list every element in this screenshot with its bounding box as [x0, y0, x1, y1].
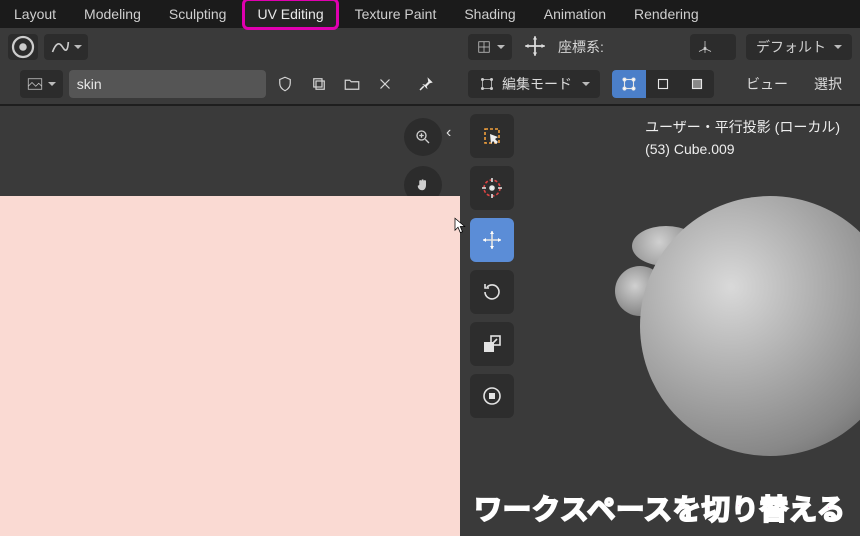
tab-shading[interactable]: Shading — [450, 0, 529, 28]
duplicate-icon[interactable] — [305, 70, 332, 98]
tab-animation[interactable]: Animation — [530, 0, 620, 28]
vertex-select-mode[interactable] — [612, 70, 646, 98]
3d-viewport-editor: 座標系: デフォルト 編集モード ビュー 選択 ユーザー・平行投影 (ロ — [460, 30, 860, 536]
tool-select-box[interactable] — [470, 114, 514, 158]
mode-label: 編集モード — [502, 74, 572, 94]
edge-select-mode[interactable] — [646, 70, 680, 98]
viewport-overlay-text: ユーザー・平行投影 (ローカル) (53) Cube.009 — [645, 116, 840, 160]
mouse-cursor-icon — [452, 214, 470, 241]
open-folder-icon[interactable] — [338, 70, 365, 98]
transform-orientation-dropdown[interactable]: デフォルト — [746, 34, 852, 60]
tab-rendering[interactable]: Rendering — [620, 0, 713, 28]
menu-select[interactable]: 選択 — [804, 74, 852, 94]
uv-image-editor: ‹ — [0, 30, 460, 536]
tool-transform[interactable] — [470, 374, 514, 418]
uv-canvas-area[interactable]: ‹ — [0, 106, 460, 536]
tool-move[interactable] — [470, 218, 514, 262]
workspace-tabbar: Layout Modeling Sculpting UV Editing Tex… — [0, 0, 860, 30]
transform-gizmo-icon[interactable] — [522, 33, 548, 62]
interaction-mode-dropdown[interactable]: 編集モード — [468, 70, 600, 98]
tab-layout[interactable]: Layout — [0, 0, 70, 28]
tab-modeling[interactable]: Modeling — [70, 0, 155, 28]
fake-user-shield-icon[interactable] — [272, 70, 299, 98]
uv-mode-dropdown[interactable] — [44, 34, 88, 60]
face-select-mode[interactable] — [680, 70, 714, 98]
tab-texture-paint[interactable]: Texture Paint — [341, 0, 451, 28]
editor-type-dropdown[interactable] — [8, 34, 38, 60]
tool-cursor[interactable] — [470, 166, 514, 210]
3d-viewport[interactable]: ユーザー・平行投影 (ローカル) (53) Cube.009 — [460, 106, 860, 536]
unlink-x-icon[interactable] — [372, 70, 399, 98]
toolbar-disclose-icon[interactable]: ‹ — [446, 124, 460, 138]
snap-dropdown[interactable] — [468, 34, 512, 60]
zoom-tool-icon[interactable] — [404, 118, 442, 156]
tool-scale[interactable] — [470, 322, 514, 366]
annotation-text: ワークスペースを切り替える — [474, 488, 846, 528]
image-name-field[interactable] — [69, 70, 266, 98]
uv-texture-canvas[interactable] — [0, 196, 460, 536]
pin-icon[interactable] — [413, 70, 440, 98]
orientation-axis-icon[interactable] — [690, 34, 736, 60]
image-browse-dropdown[interactable] — [20, 70, 63, 98]
tab-uv-editing[interactable]: UV Editing — [242, 0, 338, 30]
orientation-label: 座標系: — [558, 37, 604, 57]
tool-rotate[interactable] — [470, 270, 514, 314]
menu-view[interactable]: ビュー — [736, 74, 798, 94]
tab-sculpting[interactable]: Sculpting — [155, 0, 241, 28]
mesh-select-mode — [612, 70, 714, 98]
